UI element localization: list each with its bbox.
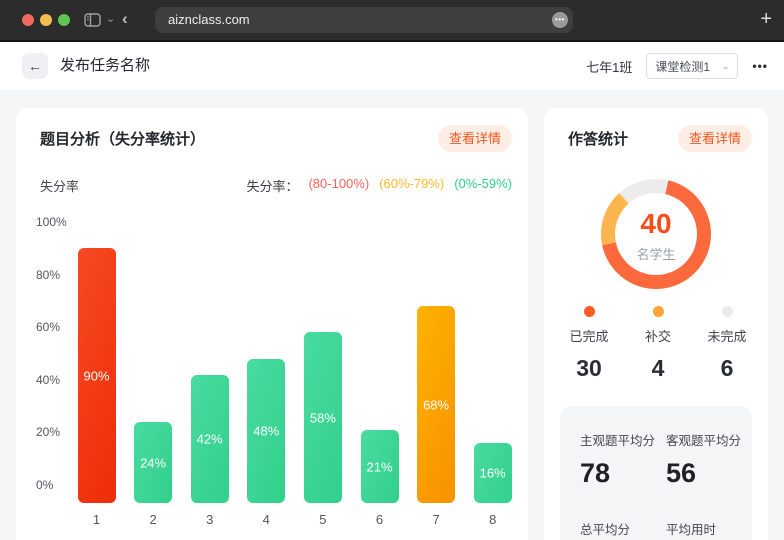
x-axis-tick: 1 xyxy=(77,512,117,527)
more-options-button[interactable]: ••• xyxy=(752,59,768,73)
x-axis-tick: 6 xyxy=(360,512,400,527)
legend-value: 6 xyxy=(694,355,760,382)
select-chevron-icon: ⌄ xyxy=(722,61,730,72)
legend-dot-icon xyxy=(584,306,595,317)
x-axis-tick: 7 xyxy=(416,512,456,527)
score-stats-panel: 主观题平均分 78客观题平均分 56 总平均分72平均用时3’45” xyxy=(560,406,752,540)
back-button[interactable]: ← xyxy=(22,53,48,79)
legend-item: (0%-59%) xyxy=(454,176,512,195)
stat-item: 主观题平均分 78 xyxy=(580,430,666,493)
url-text: aiznclass.com xyxy=(168,12,250,27)
legend-label: 补交 xyxy=(625,326,691,345)
donut-center-value: 40 xyxy=(601,208,711,240)
stat-label: 平均用时 xyxy=(666,519,752,538)
y-axis-tick: 80% xyxy=(36,267,60,283)
analysis-card-header: 题目分析（失分率统计） 查看详情 xyxy=(16,108,528,152)
x-axis-tick: 5 xyxy=(303,512,343,527)
bar-value-label: 48% xyxy=(247,424,285,439)
y-axis-tick: 0% xyxy=(36,477,53,493)
bar: 68% xyxy=(417,306,455,503)
legend-value: 4 xyxy=(625,355,691,382)
zoom-window-button[interactable] xyxy=(58,14,70,26)
legend-dot-icon xyxy=(722,306,733,317)
close-window-button[interactable] xyxy=(22,14,34,26)
answer-legend-item: 未完成 6 xyxy=(694,306,760,382)
answer-stats-card: 作答统计 查看详情 40 名学生 已完成 30补交 4未完成 6 主观题平均分 78客观… xyxy=(544,108,768,540)
browser-chrome: ⌄ ‹ aiznclass.com ••• + xyxy=(0,0,784,42)
analysis-detail-button[interactable]: 查看详情 xyxy=(438,125,512,152)
stat-value: 56 xyxy=(666,458,752,489)
stat-item: 总平均分72 xyxy=(580,519,666,540)
analysis-card-title: 题目分析（失分率统计） xyxy=(40,128,205,149)
page-header: ← 发布任务名称 七年1班 课堂检测1 ⌄ ••• xyxy=(0,42,784,90)
y-axis-tick: 100% xyxy=(36,214,67,230)
bar: 58% xyxy=(304,332,342,503)
task-select-dropdown[interactable]: 课堂检测1 ⌄ xyxy=(646,53,738,79)
answer-card-title: 作答统计 xyxy=(568,128,628,149)
y-axis-title: 失分率 xyxy=(40,176,79,195)
bar-value-label: 21% xyxy=(361,459,399,474)
y-axis-tick: 40% xyxy=(36,372,60,388)
question-analysis-card: 题目分析（失分率统计） 查看详情 失分率 失分率： (80-100%) (60%-… xyxy=(16,108,528,540)
bar: 42% xyxy=(191,375,229,503)
bar: 48% xyxy=(247,359,285,503)
back-arrow-icon: ← xyxy=(28,58,42,74)
bar: 24% xyxy=(134,422,172,503)
browser-back-icon[interactable]: ‹ xyxy=(122,9,128,29)
legend-prefix: 失分率： xyxy=(246,176,298,195)
stat-item: 客观题平均分 56 xyxy=(666,430,752,493)
bar-value-label: 90% xyxy=(78,368,116,383)
answer-legend-item: 补交 4 xyxy=(625,306,691,382)
stat-label: 主观题平均分 xyxy=(580,430,666,449)
x-axis-tick: 3 xyxy=(190,512,230,527)
bar: 16% xyxy=(474,443,512,503)
legend-label: 已完成 xyxy=(556,326,622,345)
bar-value-label: 16% xyxy=(474,466,512,481)
sidebar-toggle-icon[interactable] xyxy=(84,13,101,27)
stat-item: 平均用时3’45” xyxy=(666,519,752,540)
page-title: 发布任务名称 xyxy=(60,42,150,90)
x-axis-tick: 4 xyxy=(246,512,286,527)
chevron-down-icon[interactable]: ⌄ xyxy=(106,12,115,26)
bar: 21% xyxy=(361,430,399,503)
answer-card-header: 作答统计 查看详情 xyxy=(544,108,768,152)
stat-value: 78 xyxy=(580,458,666,489)
y-axis-tick: 60% xyxy=(36,319,60,335)
class-name-label: 七年1班 xyxy=(586,57,632,76)
header-actions: 七年1班 课堂检测1 ⌄ ••• xyxy=(586,42,768,90)
new-tab-button[interactable]: + xyxy=(760,7,772,31)
loss-rate-legend: 失分率： (80-100%) (60%-79%) (0%-59%) xyxy=(246,176,512,195)
legend-item: (80-100%) xyxy=(308,176,369,195)
answer-legend-item: 已完成 30 xyxy=(556,306,622,382)
stat-label: 客观题平均分 xyxy=(666,430,752,449)
bar-value-label: 24% xyxy=(134,455,172,470)
legend-label: 未完成 xyxy=(694,326,760,345)
task-select-value: 课堂检测1 xyxy=(655,58,710,75)
stat-label: 总平均分 xyxy=(580,519,666,538)
url-bar[interactable]: aiznclass.com ••• xyxy=(155,7,573,33)
bar-value-label: 58% xyxy=(304,410,342,425)
analysis-legend-row: 失分率 失分率： (80-100%) (60%-79%) (0%-59%) xyxy=(16,152,528,195)
answer-legend: 已完成 30补交 4未完成 6 xyxy=(556,306,760,382)
browser-window: ⌄ ‹ aiznclass.com ••• + ← 发布任务名称 七年1班 课堂… xyxy=(0,0,784,540)
bar-value-label: 42% xyxy=(191,432,229,447)
url-options-icon[interactable]: ••• xyxy=(552,12,568,28)
legend-value: 30 xyxy=(556,355,622,382)
bar-value-label: 68% xyxy=(417,397,455,412)
minimize-window-button[interactable] xyxy=(40,14,52,26)
legend-dot-icon xyxy=(653,306,664,317)
x-axis-tick: 2 xyxy=(133,512,173,527)
donut-center-label: 名学生 xyxy=(601,244,711,263)
y-axis-tick: 20% xyxy=(36,424,60,440)
x-axis-tick: 8 xyxy=(473,512,513,527)
bar: 90% xyxy=(78,248,116,503)
answer-detail-button[interactable]: 查看详情 xyxy=(678,125,752,152)
legend-item: (60%-79%) xyxy=(379,176,444,195)
